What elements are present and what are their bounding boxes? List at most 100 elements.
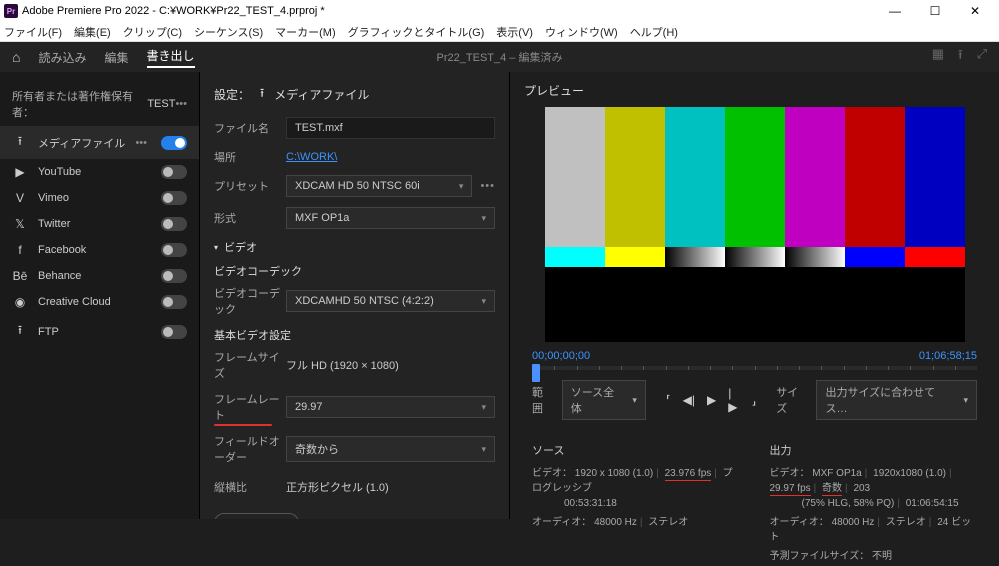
sidebar-item-twitter[interactable]: 𝕏 Twitter [0,211,199,237]
menu-sequence[interactable]: シーケンス(S) [194,24,263,40]
tab-edit[interactable]: 編集 [104,49,128,66]
owner-label: 所有者または著作権保有者： [12,88,141,120]
preset-select[interactable]: XDCAM HD 50 NTSC 60i ▾ [286,175,472,197]
cc-icon: ◉ [12,295,28,309]
chevron-down-icon: ▾ [481,296,486,307]
video-section[interactable]: ▾ ビデオ [214,239,495,255]
toggle-cc[interactable] [161,295,187,309]
sidebar-item-media[interactable]: ⭱ メディアファイル ••• [0,126,199,159]
mark-out-icon[interactable]: ⸥ [752,393,757,407]
settings-header: 設定： ⭱ メディアファイル [214,84,495,105]
toggle-media[interactable] [161,136,187,150]
filename-label: ファイル名 [214,120,286,136]
sidebar-item-facebook[interactable]: f Facebook [0,237,199,263]
sidebar-item-cc[interactable]: ◉ Creative Cloud [0,289,199,315]
fieldorder-select[interactable]: 奇数から ▾ [286,436,495,462]
topnav: ⌂ 読み込み 編集 書き出し Pr22_TEST_4 – 編集済み ▦ ⭱ ⤢ [0,42,999,72]
output-size-key: 予測ファイルサイズ： [770,551,870,562]
toggle-facebook[interactable] [161,243,187,257]
toggle-twitter[interactable] [161,217,187,231]
mark-in-icon[interactable]: ⸢ [666,393,671,407]
framerate-value: 29.97 [295,401,323,413]
maximize-button[interactable]: ☐ [915,0,955,22]
sidebar-item-label: FTP [38,326,151,338]
upload-icon: ⭱ [12,132,28,153]
show-less-button[interactable]: ••• 少なく表示 [214,513,299,519]
output-header: 出力 [770,442,978,458]
toggle-vimeo[interactable] [161,191,187,205]
format-select[interactable]: MXF OP1a ▾ [286,207,495,229]
codec-select[interactable]: XDCAMHD 50 NTSC (4:2:2) ▾ [286,290,495,312]
menu-file[interactable]: ファイル(F) [4,24,62,40]
filename-input[interactable]: TEST.mxf [286,117,495,139]
share-icon[interactable]: ⭱ [958,46,963,68]
menu-edit[interactable]: 編集(E) [74,24,111,40]
toggle-behance[interactable] [161,269,187,283]
menu-clip[interactable]: クリップ(C) [123,24,182,40]
sidebar-item-ftp[interactable]: ⭱ FTP [0,315,199,348]
menu-marker[interactable]: マーカー(M) [275,24,336,40]
range-label: 範囲 [532,384,554,416]
codec-label: ビデオコーデック [214,285,286,317]
workspace-icon[interactable]: ▦ [932,46,944,68]
app-icon: Pr [4,4,18,18]
toggle-youtube[interactable] [161,165,187,179]
preview-canvas [545,107,965,342]
sidebar-item-vimeo[interactable]: V Vimeo [0,185,199,211]
timecode-out: 01;06;58;15 [919,350,977,362]
aspect-value: 正方形ピクセル (1.0) [286,475,495,499]
tab-export[interactable]: 書き出し [147,47,195,68]
close-button[interactable]: ✕ [955,0,995,22]
toggle-ftp[interactable] [161,325,187,339]
step-forward-icon[interactable]: |▶ [728,386,739,414]
sidebar-item-label: メディアファイル [38,135,125,151]
location-link[interactable]: C:\WORK\ [286,151,495,163]
sidebar: 所有者または著作権保有者： TEST ••• ⭱ メディアファイル ••• ▶ … [0,72,200,519]
chevron-down-icon: ▾ [481,402,486,413]
output-info: 出力 ビデオ： MXF OP1a| 1920x1080 (1.0)| 29.97… [770,442,978,566]
minimize-button[interactable]: — [875,0,915,22]
menu-help[interactable]: ヘルプ(H) [630,24,678,40]
menu-window[interactable]: ウィンドウ(W) [545,24,618,40]
framesize-value: フル HD (1920 × 1080) [286,353,495,377]
source-info: ソース ビデオ： 1920 x 1080 (1.0)| 23.976 fps| … [532,442,740,566]
output-scan: 奇数 [822,483,842,494]
playhead[interactable] [532,364,540,382]
sidebar-item-behance[interactable]: Bē Behance [0,263,199,289]
behance-icon: Bē [12,269,28,283]
source-fps: 23.976 fps [665,468,712,479]
fieldorder-label: フィールドオーダー [214,433,286,465]
range-select[interactable]: ソース全体 ▾ [562,380,646,420]
format-label: 形式 [214,210,286,226]
sidebar-item-label: Vimeo [38,192,151,204]
source-video-key: ビデオ： [532,468,572,479]
output-fmt: MXF OP1a [812,468,861,479]
output-extra: 203 [853,483,870,494]
owner-more-button[interactable]: ••• [175,98,187,110]
more-button[interactable]: ••• [135,137,147,149]
twitter-icon: 𝕏 [12,217,28,231]
sidebar-item-label: Facebook [38,244,151,256]
preset-more-button[interactable]: ••• [480,180,495,192]
source-tc: 00:53:31:18 [564,498,617,509]
chevron-down-icon: ▾ [963,395,968,406]
size-select[interactable]: 出力サイズに合わせてス… ▾ [816,380,977,420]
framerate-select[interactable]: 29.97 ▾ [286,396,495,418]
sidebar-item-youtube[interactable]: ▶ YouTube [0,159,199,185]
fullscreen-icon[interactable]: ⤢ [977,46,987,68]
menu-graphics[interactable]: グラフィックとタイトル(G) [348,24,485,40]
tab-import[interactable]: 読み込み [38,49,86,66]
framesize-label: フレームサイズ [214,349,286,381]
sidebar-item-label: Creative Cloud [38,296,151,308]
window-title: Adobe Premiere Pro 2022 - C:¥WORK¥Pr22_T… [22,5,325,17]
owner-value: TEST [147,98,175,110]
timeline[interactable] [532,366,977,370]
facebook-icon: f [12,243,28,257]
settings-label: 設定： [214,86,250,103]
play-icon[interactable]: ▶ [707,393,716,407]
preview-title: プレビュー [524,82,985,99]
home-icon[interactable]: ⌂ [12,49,20,65]
step-back-icon[interactable]: ◀| [683,393,695,407]
source-header: ソース [532,442,740,458]
menu-view[interactable]: 表示(V) [496,24,533,40]
